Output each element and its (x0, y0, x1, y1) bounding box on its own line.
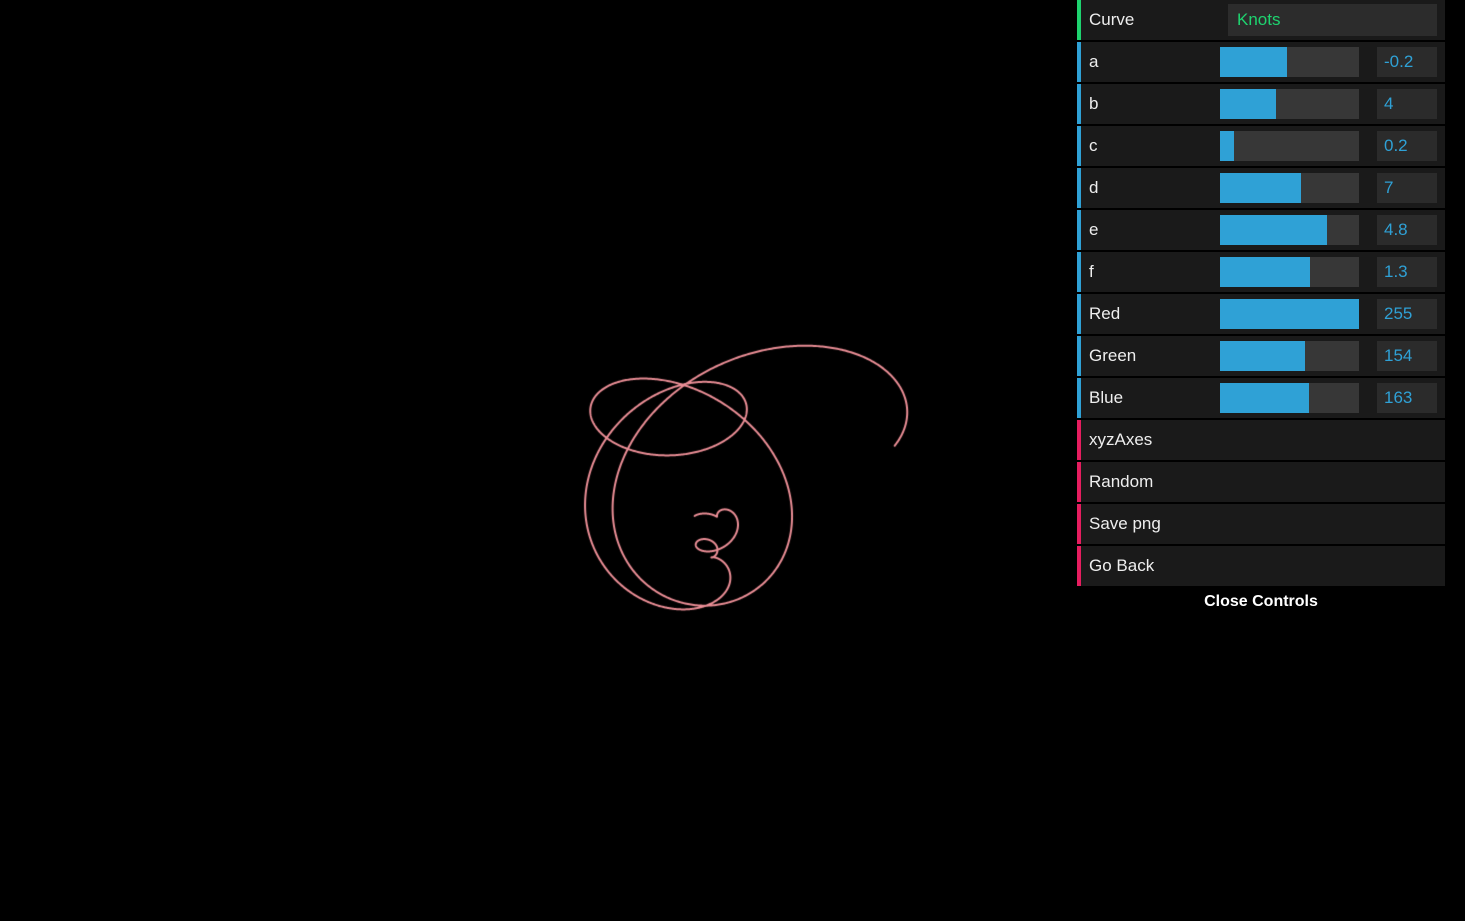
curve-select[interactable]: Knots (1228, 4, 1437, 36)
go-back-button[interactable]: Go Back (1077, 546, 1445, 586)
slider-label-green: Green (1089, 346, 1220, 366)
value-field-f[interactable]: 1.3 (1377, 257, 1437, 287)
slider-b[interactable] (1220, 89, 1359, 119)
save-png-button-label: Save png (1089, 514, 1220, 534)
close-controls-button[interactable]: Close Controls (1077, 588, 1445, 616)
slider-row-red: Red 255 (1077, 294, 1445, 334)
slider-fill (1220, 173, 1301, 203)
value-field-e[interactable]: 4.8 (1377, 215, 1437, 245)
slider-row-c: c 0.2 (1077, 126, 1445, 166)
slider-row-e: e 4.8 (1077, 210, 1445, 250)
slider-f[interactable] (1220, 257, 1359, 287)
slider-fill (1220, 257, 1310, 287)
slider-e[interactable] (1220, 215, 1359, 245)
slider-green[interactable] (1220, 341, 1359, 371)
xyzaxes-button[interactable]: xyzAxes (1077, 420, 1445, 460)
slider-label-c: c (1089, 136, 1220, 156)
slider-row-d: d 7 (1077, 168, 1445, 208)
slider-d[interactable] (1220, 173, 1359, 203)
curve-row: Curve Knots (1077, 0, 1445, 40)
slider-label-b: b (1089, 94, 1220, 114)
curve-label: Curve (1089, 10, 1220, 30)
slider-row-blue: Blue 163 (1077, 378, 1445, 418)
slider-label-d: d (1089, 178, 1220, 198)
slider-a[interactable] (1220, 47, 1359, 77)
slider-c[interactable] (1220, 131, 1359, 161)
slider-row-a: a -0.2 (1077, 42, 1445, 82)
slider-fill (1220, 383, 1309, 413)
slider-row-f: f 1.3 (1077, 252, 1445, 292)
slider-row-b: b 4 (1077, 84, 1445, 124)
slider-label-f: f (1089, 262, 1220, 282)
value-field-d[interactable]: 7 (1377, 173, 1437, 203)
slider-label-a: a (1089, 52, 1220, 72)
go-back-button-label: Go Back (1089, 556, 1220, 576)
slider-fill (1220, 47, 1287, 77)
slider-fill (1220, 89, 1276, 119)
value-field-red[interactable]: 255 (1377, 299, 1437, 329)
controls-panel: Curve Knots a -0.2 b 4 c 0.2 d 7 e 4.8 f… (1077, 0, 1445, 616)
random-button-label: Random (1089, 472, 1220, 492)
slider-fill (1220, 131, 1234, 161)
slider-fill (1220, 299, 1359, 329)
slider-blue[interactable] (1220, 383, 1359, 413)
slider-row-green: Green 154 (1077, 336, 1445, 376)
value-field-green[interactable]: 154 (1377, 341, 1437, 371)
random-button[interactable]: Random (1077, 462, 1445, 502)
save-png-button[interactable]: Save png (1077, 504, 1445, 544)
value-field-c[interactable]: 0.2 (1377, 131, 1437, 161)
slider-fill (1220, 341, 1305, 371)
slider-red[interactable] (1220, 299, 1359, 329)
slider-label-blue: Blue (1089, 388, 1220, 408)
slider-label-e: e (1089, 220, 1220, 240)
value-field-a[interactable]: -0.2 (1377, 47, 1437, 77)
xyzaxes-button-label: xyzAxes (1089, 430, 1220, 450)
slider-label-red: Red (1089, 304, 1220, 324)
value-field-blue[interactable]: 163 (1377, 383, 1437, 413)
value-field-b[interactable]: 4 (1377, 89, 1437, 119)
slider-fill (1220, 215, 1327, 245)
